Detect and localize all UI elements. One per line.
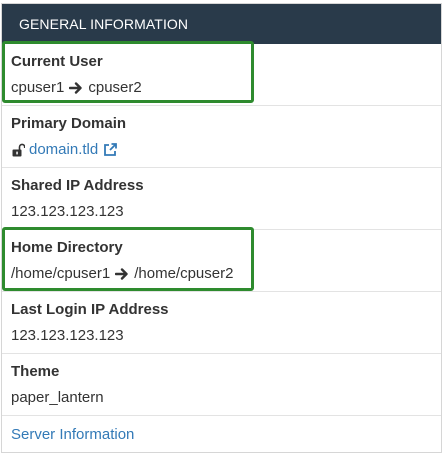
current-user-to: cpuser2 [88,79,142,96]
theme-row: Theme paper_lantern [2,354,441,416]
external-link-icon[interactable] [103,142,118,157]
shared-ip-label: Shared IP Address [11,177,144,194]
home-directory-to: /home/cpuser2 [134,265,234,282]
arrow-right-icon [115,267,129,281]
current-user-value: cpuser1 cpuser2 [11,79,142,96]
lock-open-icon [11,143,26,157]
footer-row: Server Information [2,416,441,452]
shared-ip-row: Shared IP Address 123.123.123.123 [2,168,441,230]
theme-label: Theme [11,363,60,380]
arrow-right-icon [69,81,83,95]
last-login-ip-row: Last Login IP Address 123.123.123.123 [2,292,441,354]
last-login-ip-label: Last Login IP Address [11,301,169,318]
home-directory-label: Home Directory [11,239,123,256]
primary-domain-row: Primary Domain domain.tld [2,106,441,168]
home-directory-value: /home/cpuser1 /home/cpuser2 [11,265,233,282]
home-directory-row: Home Directory /home/cpuser1 /home/cpuse… [2,230,441,292]
primary-domain-label: Primary Domain [11,115,127,132]
shared-ip-value: 123.123.123.123 [11,203,124,220]
theme-value: paper_lantern [11,389,104,406]
last-login-ip-value: 123.123.123.123 [11,327,124,344]
primary-domain-value: domain.tld [11,141,118,158]
panel-title: GENERAL INFORMATION [2,4,441,44]
current-user-row: Current User cpuser1 cpuser2 [2,44,441,106]
server-information-link[interactable]: Server Information [11,426,134,443]
primary-domain-link[interactable]: domain.tld [29,141,98,158]
current-user-from: cpuser1 [11,79,65,96]
home-directory-from: /home/cpuser1 [11,265,111,282]
current-user-label: Current User [11,53,103,70]
general-information-panel: GENERAL INFORMATION Current User cpuser1… [1,3,442,453]
